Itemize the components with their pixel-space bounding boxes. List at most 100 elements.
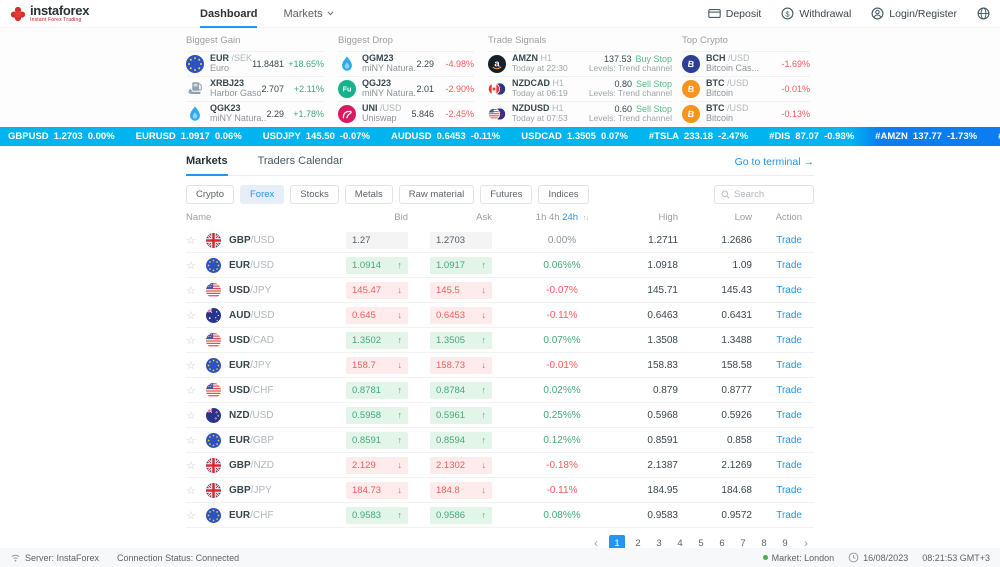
trade-link[interactable]: Trade [776,510,802,521]
trade-link[interactable]: Trade [776,385,802,396]
bid-quote-button[interactable]: 0.8591↑ [346,432,408,449]
favorite-star-icon[interactable]: ☆ [186,434,206,447]
nz-flag-icon [206,408,221,423]
bid-quote-button[interactable]: 0.8781↑ [346,382,408,399]
ask-quote-button[interactable]: 1.3505↑ [430,332,492,349]
search-box[interactable] [714,185,814,204]
nav-dashboard[interactable]: Dashboard [200,0,257,28]
filter-chip-futures[interactable]: Futures [480,185,532,204]
bid-cell: 1.3502↑ [346,332,430,349]
trade-link[interactable]: Trade [776,335,802,346]
pair-quote: /CHF [250,385,273,396]
sort-icon[interactable]: ↑↓ [583,213,589,222]
deposit-button[interactable]: Deposit [708,7,762,20]
ask-quote-button[interactable]: 0.9586↑ [430,507,492,524]
ticker-item[interactable]: #DIS87.07-0.98% [769,131,854,142]
trade-link[interactable]: Trade [776,235,802,246]
ask-quote-button[interactable]: 0.8594↑ [430,432,492,449]
ticker-item[interactable]: #AMZN137.77-1.73% [875,131,977,142]
trade-signal-item[interactable]: NZDCAD H1Today at 06:190.80Sell StopLeve… [488,76,672,101]
bid-quote-button[interactable]: 0.645↓ [346,307,408,324]
quote-item[interactable]: FuQGJ23miNY Natura...2.01-2.90% [338,76,474,101]
ask-quote-button[interactable]: 1.2703 [430,232,492,249]
trade-link[interactable]: Trade [776,260,802,271]
ask-quote-button[interactable]: 0.5961↑ [430,407,492,424]
bid-quote-button[interactable]: 2.129↓ [346,457,408,474]
quote-item[interactable]: BBTC /USDBitcoin-0.13% [682,101,810,126]
filter-chip-stocks[interactable]: Stocks [290,185,339,204]
trade-signal-item[interactable]: NZDUSD H1Today at 07:530.60Sell StopLeve… [488,101,672,126]
ticker-item[interactable]: USDJPY145.50-0.07% [263,131,370,142]
instaforex-logo[interactable]: instaforex Instant Forex Trading [10,4,160,23]
bid-quote-button[interactable]: 0.5958↑ [346,407,408,424]
filter-chip-indices[interactable]: Indices [538,185,588,204]
favorite-star-icon[interactable]: ☆ [186,334,206,347]
tab-markets[interactable]: Markets [186,155,228,176]
favorite-star-icon[interactable]: ☆ [186,234,206,247]
quote-item[interactable]: QGM23miNY Natura...2.29-4.98% [338,51,474,76]
favorite-star-icon[interactable]: ☆ [186,484,206,497]
filter-chip-raw-material[interactable]: Raw material [399,185,474,204]
bid-quote-button[interactable]: 184.73↓ [346,482,408,499]
ticker-item[interactable]: EURUSD1.09170.06% [136,131,242,142]
favorite-star-icon[interactable]: ☆ [186,284,206,297]
quote-item[interactable]: UNI /USDUniswap5.846-2.45% [338,101,474,126]
bid-quote-button[interactable]: 145.47↓ [346,282,408,299]
quote-item[interactable]: BBCH /USDBitcoin Cas...-1.69% [682,51,810,76]
login-register-button[interactable]: Login/Register [871,7,957,20]
period-1h[interactable]: 1h [536,212,547,223]
period-24h[interactable]: 24h [562,212,578,223]
quote-item[interactable]: BBTC /USDBitcoin-0.01% [682,76,810,101]
trade-signal-item[interactable]: aAMZN H1Today at 22:30137.53Buy StopLeve… [488,51,672,76]
search-input[interactable] [734,189,807,200]
ask-quote-button[interactable]: 0.6453↓ [430,307,492,324]
favorite-star-icon[interactable]: ☆ [186,309,206,322]
language-selector[interactable] [977,7,990,20]
trade-link[interactable]: Trade [776,285,802,296]
signal-icon [10,552,21,563]
bid-quote-button[interactable]: 158.7↓ [346,357,408,374]
trade-link[interactable]: Trade [776,460,802,471]
btc-icon: B [682,80,700,98]
go-to-terminal-link[interactable]: Go to terminal → [735,156,814,175]
tab-traders-calendar[interactable]: Traders Calendar [258,155,343,176]
quote-name: Uniswap [362,114,402,124]
favorite-star-icon[interactable]: ☆ [186,409,206,422]
ask-quote-button[interactable]: 145.5↓ [430,282,492,299]
quote-item[interactable]: EUR /SEKEuro11.8481+18.65% [186,51,324,76]
withdrawal-button[interactable]: $ Withdrawal [781,7,851,20]
favorite-star-icon[interactable]: ☆ [186,259,206,272]
bid-quote-button[interactable]: 1.27 [346,232,408,249]
ticker-item[interactable]: GBPUSD1.27030.00% [8,131,115,142]
ask-quote-button[interactable]: 1.0917↑ [430,257,492,274]
trade-link[interactable]: Trade [776,485,802,496]
col-change[interactable]: 1h 4h 24h ↑↓ [516,212,608,223]
ask-quote-button[interactable]: 158.73↓ [430,357,492,374]
nav-markets[interactable]: Markets [283,0,333,28]
filter-chip-forex[interactable]: Forex [240,185,284,204]
favorite-star-icon[interactable]: ☆ [186,459,206,472]
trade-link[interactable]: Trade [776,435,802,446]
ticker-item[interactable]: USDCAD1.35050.07% [521,131,628,142]
ask-quote-button[interactable]: 0.8784↑ [430,382,492,399]
trade-link[interactable]: Trade [776,310,802,321]
pair-base: AUD [229,310,251,321]
trade-link[interactable]: Trade [776,410,802,421]
ticker-item[interactable]: #TSLA233.18-2.47% [649,131,748,142]
favorite-star-icon[interactable]: ☆ [186,359,206,372]
pair-quote: /USD [250,410,274,421]
ask-quote-button[interactable]: 184.8↓ [430,482,492,499]
trade-link[interactable]: Trade [776,360,802,371]
ticker-item[interactable]: AUDUSD0.6453-0.11% [391,131,500,142]
bid-quote-button[interactable]: 1.0914↑ [346,257,408,274]
favorite-star-icon[interactable]: ☆ [186,384,206,397]
quote-item[interactable]: XRBJ23Harbor Gaso...2.707+2.11% [186,76,324,101]
quote-item[interactable]: QGK23miNY Natura...2.29+1.78% [186,101,324,126]
filter-chip-crypto[interactable]: Crypto [186,185,234,204]
bid-quote-button[interactable]: 1.3502↑ [346,332,408,349]
period-4h[interactable]: 4h [549,212,560,223]
ask-quote-button[interactable]: 2.1302↓ [430,457,492,474]
favorite-star-icon[interactable]: ☆ [186,509,206,522]
bid-quote-button[interactable]: 0.9583↑ [346,507,408,524]
filter-chip-metals[interactable]: Metals [345,185,393,204]
